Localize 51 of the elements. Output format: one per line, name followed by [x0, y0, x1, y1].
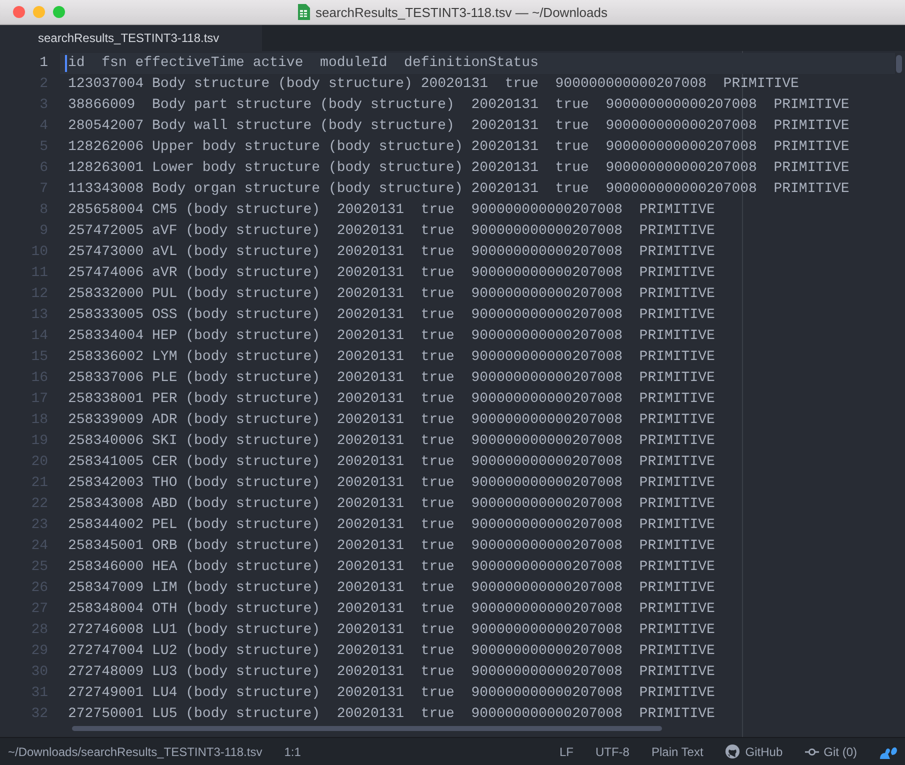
code-line: 258339009 ADR (body structure) 20020131 true 900000000000207008 PRIMITIVE: [68, 411, 715, 430]
file-path[interactable]: ~/Downloads/searchResults_TESTINT3-118.tsv: [8, 744, 262, 758]
code-line: 38866009 Body part structure (body structure) 20020131 true 900000000000207008 PRIMITIVE: [68, 96, 850, 115]
code-line: id fsn effectiveTime active moduleId definitionStatus: [68, 54, 538, 73]
close-icon[interactable]: [13, 6, 25, 18]
code-line: 258333005 OSS (body structure) 20020131 true 900000000000207008 PRIMITIVE: [68, 306, 715, 325]
code-line: 128263001 Lower body structure (body structure) 20020131 true 900000000000207008 PRIMITIVE: [68, 159, 850, 178]
code-line: 258346000 HEA (body structure) 20020131 true 900000000000207008 PRIMITIVE: [68, 558, 715, 577]
code-line: 272747004 LU2 (body structure) 20020131 true 900000000000207008 PRIMITIVE: [68, 642, 715, 661]
code-line: 257472005 aVF (body structure) 20020131 true 900000000000207008 PRIMITIVE: [68, 222, 715, 241]
code-line: 258343008 ABD (body structure) 20020131 true 900000000000207008 PRIMITIVE: [68, 495, 715, 514]
code-line: 258336002 LYM (body structure) 20020131 true 900000000000207008 PRIMITIVE: [68, 348, 715, 367]
minimize-icon[interactable]: [33, 6, 45, 18]
scrollbar-thumb[interactable]: [72, 726, 662, 731]
commit-icon: [804, 746, 819, 756]
octocat-icon: [725, 744, 740, 759]
file-tab[interactable]: searchResults_TESTINT3-118.tsv: [0, 25, 262, 51]
code-line: 280542007 Body wall structure (body structure) 20020131 true 900000000000207008 PRIMITIVE: [68, 117, 850, 136]
code-line: 257473000 aVL (body structure) 20020131 true 900000000000207008 PRIMITIVE: [68, 243, 715, 262]
spreadsheet-file-icon: [297, 4, 310, 20]
code-line: 285658004 CM5 (body structure) 20020131 true 900000000000207008 PRIMITIVE: [68, 201, 715, 220]
code-line: 258345001 ORB (body structure) 20020131 true 900000000000207008 PRIMITIVE: [68, 537, 715, 556]
code-line: 272749001 LU4 (body structure) 20020131 true 900000000000207008 PRIMITIVE: [68, 684, 715, 703]
code-line: 257474006 aVR (body structure) 20020131 true 900000000000207008 PRIMITIVE: [68, 264, 715, 283]
code-line: 258348004 OTH (body structure) 20020131 true 900000000000207008 PRIMITIVE: [68, 600, 715, 619]
window-title: searchResults_TESTINT3-118.tsv — ~/Downloads: [315, 4, 608, 20]
code-line: 113343008 Body organ structure (body structure) 20020131 true 900000000000207008 PRIMITIVE: [68, 180, 850, 199]
line-number: 1: [38, 54, 49, 73]
code-line: 258334004 HEP (body structure) 20020131 true 900000000000207008 PRIMITIVE: [68, 327, 715, 346]
zoom-icon[interactable]: [53, 6, 65, 18]
git-button[interactable]: Git (0): [804, 744, 857, 758]
code-line: 123037004 Body structure (body structure) 20020131 true 900000000000207008 PRIMITIVE: [68, 75, 799, 94]
code-line: 272750001 LU5 (body structure) 20020131 true 900000000000207008 PRIMITIVE: [68, 705, 715, 724]
cursor-position[interactable]: 1:1: [284, 744, 301, 758]
code-line: 258337006 PLE (body structure) 20020131 true 900000000000207008 PRIMITIVE: [68, 369, 715, 388]
code-line: 258332000 PUL (body structure) 20020131 true 900000000000207008 PRIMITIVE: [68, 285, 715, 304]
text-cursor: [65, 55, 67, 72]
code-line: 258341005 CER (body structure) 20020131 true 900000000000207008 PRIMITIVE: [68, 453, 715, 472]
line-ending[interactable]: LF: [559, 744, 574, 758]
scrollbar-thumb[interactable]: [896, 55, 902, 73]
code-line: 258338001 PER (body structure) 20020131 true 900000000000207008 PRIMITIVE: [68, 390, 715, 409]
code-line: 258342003 THO (body structure) 20020131 true 900000000000207008 PRIMITIVE: [68, 474, 715, 493]
code-line: 272748009 LU3 (body structure) 20020131 true 900000000000207008 PRIMITIVE: [68, 663, 715, 682]
github-button[interactable]: GitHub: [725, 744, 783, 759]
code-line: 258344002 PEL (body structure) 20020131 true 900000000000207008 PRIMITIVE: [68, 516, 715, 535]
code-line: 258340006 SKI (body structure) 20020131 true 900000000000207008 PRIMITIVE: [68, 432, 715, 451]
code-line: 128262006 Upper body structure (body structure) 20020131 true 900000000000207008 PRIMITIVE: [68, 138, 850, 157]
grammar[interactable]: Plain Text: [651, 744, 704, 758]
code-line: 258347009 LIM (body structure) 20020131 true 900000000000207008 PRIMITIVE: [68, 579, 715, 598]
code-line: 272746008 LU1 (body structure) 20020131 true 900000000000207008 PRIMITIVE: [68, 621, 715, 640]
encoding[interactable]: UTF-8: [595, 744, 630, 758]
